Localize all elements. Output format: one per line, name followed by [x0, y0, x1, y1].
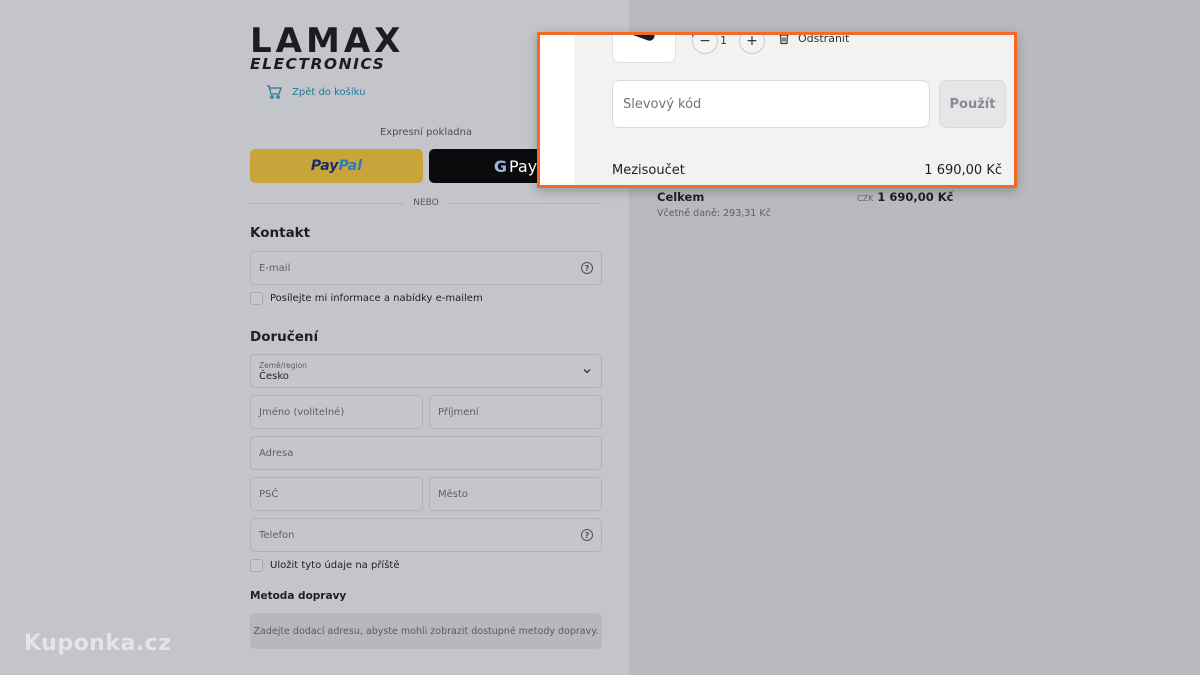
- paypal-logo: PayPal: [311, 158, 362, 174]
- or-divider-label: NEBO: [405, 198, 447, 208]
- shipping-method-title: Metoda dopravy: [250, 590, 347, 602]
- zoom-left-strip: [540, 35, 574, 185]
- first-name-field[interactable]: Jméno (volitelné): [250, 395, 423, 429]
- shipping-method-note: Zadejte dodací adresu, abyste mohli zobr…: [250, 613, 602, 649]
- total-label: Celkem: [657, 190, 705, 204]
- delivery-title: Doručení: [250, 329, 319, 345]
- city-placeholder: Město: [438, 488, 469, 500]
- country-value: Česko: [259, 371, 289, 382]
- paypal-button[interactable]: PayPal: [250, 149, 423, 183]
- lamax-logo[interactable]: LAMAX ELECTRONICS: [250, 21, 422, 72]
- paypal-logo-part1: Pay: [310, 158, 339, 174]
- contact-title: Kontakt: [250, 225, 311, 241]
- last-name-field[interactable]: Příjmení: [429, 395, 602, 429]
- city-field[interactable]: Město: [429, 477, 602, 511]
- remove-item-label: Odstranit: [798, 32, 850, 45]
- trash-icon: [779, 35, 789, 45]
- phone-field[interactable]: Telefon ?: [250, 518, 602, 552]
- save-info-label: Uložit tyto údaje na příště: [270, 560, 400, 571]
- discount-code-input[interactable]: Slevový kód: [612, 80, 930, 128]
- subtotal-value: 1 690,00 Kč: [924, 163, 1002, 178]
- email-field[interactable]: E-mail ?: [250, 251, 602, 285]
- newsletter-checkbox-row[interactable]: Posílejte mi informace a nabídky e-maile…: [250, 292, 483, 305]
- zip-placeholder: PSČ: [259, 488, 279, 500]
- decrease-quantity-button[interactable]: −: [692, 35, 718, 54]
- quantity-value: 1: [720, 34, 727, 47]
- first-name-placeholder: Jméno (volitelné): [259, 406, 345, 418]
- total-value: CZK 1 690,00 Kč: [857, 190, 953, 204]
- watermark: Kuponka.cz: [24, 631, 172, 656]
- increase-quantity-button[interactable]: +: [739, 35, 765, 54]
- chevron-down-icon: [583, 369, 591, 374]
- currency-code: CZK: [857, 194, 874, 203]
- newsletter-label: Posílejte mi informace a nabídky e-maile…: [270, 293, 483, 304]
- help-icon[interactable]: ?: [581, 529, 593, 541]
- google-pay-label: Pay: [508, 156, 538, 176]
- apply-discount-button[interactable]: Použít: [939, 80, 1006, 128]
- paypal-logo-part2: Pal: [338, 158, 363, 174]
- total-amount: 1 690,00 Kč: [877, 190, 954, 204]
- remove-item-button[interactable]: Odstranit: [778, 32, 850, 45]
- save-info-checkbox[interactable]: [250, 559, 263, 572]
- phone-placeholder: Telefon: [259, 529, 295, 541]
- save-info-checkbox-row[interactable]: Uložit tyto údaje na příště: [250, 559, 400, 572]
- discount-code-placeholder: Slevový kód: [623, 96, 702, 112]
- back-to-cart-link[interactable]: Zpět do košíku: [266, 84, 365, 100]
- product-thumbnail: [612, 35, 676, 63]
- back-to-cart-label: Zpět do košíku: [292, 86, 366, 98]
- country-select[interactable]: Země/region Česko: [250, 354, 602, 388]
- product-image-icon: [628, 35, 656, 43]
- subtotal-label: Mezisoučet: [612, 163, 685, 178]
- tax-note: Včetně daně: 293,31 Kč: [657, 208, 771, 219]
- logo-main-text: LAMAX: [250, 21, 405, 61]
- zoom-callout-panel: − 1 + Odstranit Slevový kód Použít Mezis…: [537, 32, 1017, 188]
- country-label: Země/region: [259, 361, 307, 370]
- cart-icon: [267, 85, 282, 99]
- newsletter-checkbox[interactable]: [250, 292, 263, 305]
- address-placeholder: Adresa: [259, 447, 294, 459]
- zip-field[interactable]: PSČ: [250, 477, 423, 511]
- email-placeholder: E-mail: [259, 262, 291, 274]
- address-field[interactable]: Adresa: [250, 436, 602, 470]
- help-icon[interactable]: ?: [581, 262, 593, 274]
- google-g-icon: G: [493, 156, 507, 176]
- last-name-placeholder: Příjmení: [438, 406, 479, 418]
